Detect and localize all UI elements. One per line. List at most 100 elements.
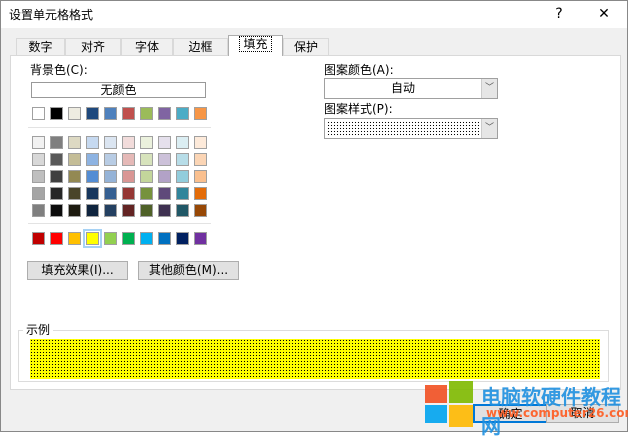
color-swatch-shade[interactable] [194, 170, 207, 183]
color-swatch-shade[interactable] [176, 170, 189, 183]
background-color-label: 背景色(C): [30, 63, 88, 77]
color-swatch-shade[interactable] [140, 136, 153, 149]
color-swatch-theme[interactable] [86, 107, 99, 120]
tab-2[interactable]: 字体 [121, 38, 173, 55]
color-swatch-shade[interactable] [140, 170, 153, 183]
color-swatch-shade[interactable] [140, 187, 153, 200]
color-swatch-shade[interactable] [176, 187, 189, 200]
color-swatch-shade[interactable] [158, 204, 171, 217]
pattern-style-preview [327, 121, 479, 136]
color-swatch-shade[interactable] [104, 187, 117, 200]
more-colors-button[interactable]: 其他颜色(M)... [138, 261, 239, 280]
color-swatch-shade[interactable] [194, 153, 207, 166]
color-swatch-shade[interactable] [50, 170, 63, 183]
color-swatch-shade[interactable] [194, 136, 207, 149]
color-swatch-shade[interactable] [32, 204, 45, 217]
color-swatch-standard[interactable] [176, 232, 189, 245]
no-color-button[interactable]: 无颜色 [31, 82, 206, 98]
color-swatch-standard[interactable] [50, 232, 63, 245]
color-swatch-shade[interactable] [32, 153, 45, 166]
help-button[interactable]: ? [544, 3, 574, 25]
tab-3[interactable]: 边框 [173, 38, 228, 55]
color-swatch-standard[interactable] [158, 232, 171, 245]
color-swatch-shade[interactable] [122, 187, 135, 200]
color-swatch-theme[interactable] [194, 107, 207, 120]
color-swatch-shade[interactable] [50, 136, 63, 149]
color-swatch-theme[interactable] [104, 107, 117, 120]
color-swatch-shade[interactable] [86, 136, 99, 149]
color-swatch-shade[interactable] [32, 136, 45, 149]
tab-label: 保护 [293, 40, 318, 54]
color-swatch-standard[interactable] [68, 232, 81, 245]
color-swatch-theme[interactable] [176, 107, 189, 120]
color-swatch-theme[interactable] [68, 107, 81, 120]
pattern-style-label: 图案样式(P): [324, 102, 393, 116]
color-swatch-shade[interactable] [104, 170, 117, 183]
color-swatch-standard[interactable] [194, 232, 207, 245]
color-swatch-shade[interactable] [158, 170, 171, 183]
color-swatch-shade[interactable] [176, 136, 189, 149]
watermark-logo [425, 381, 477, 427]
pattern-color-dropdown[interactable]: 自动 ﹀ [324, 78, 498, 99]
color-swatch-standard[interactable] [32, 232, 45, 245]
color-swatch-shade[interactable] [68, 170, 81, 183]
chevron-down-icon: ﹀ [481, 79, 497, 98]
color-swatch-standard[interactable] [122, 232, 135, 245]
color-swatch-shade[interactable] [140, 153, 153, 166]
color-swatch-shade[interactable] [122, 136, 135, 149]
color-swatch-shade[interactable] [86, 153, 99, 166]
color-swatch-standard[interactable] [104, 232, 117, 245]
close-button[interactable]: ✕ [589, 3, 619, 25]
color-swatch-shade[interactable] [158, 153, 171, 166]
color-swatch-shade[interactable] [86, 187, 99, 200]
tab-label: 字体 [134, 40, 159, 54]
tab-label: 数字 [28, 40, 53, 54]
color-swatch-shade[interactable] [68, 187, 81, 200]
color-swatch-shade[interactable] [68, 153, 81, 166]
tab-5[interactable]: 保护 [283, 38, 329, 55]
color-swatch-standard[interactable] [140, 232, 153, 245]
color-swatch-standard[interactable] [83, 229, 102, 248]
color-swatch-shade[interactable] [122, 153, 135, 166]
color-swatch-shade[interactable] [50, 153, 63, 166]
color-swatch-shade[interactable] [50, 187, 63, 200]
color-swatch-shade[interactable] [158, 136, 171, 149]
color-swatch-shade[interactable] [176, 153, 189, 166]
color-swatch-shade[interactable] [158, 187, 171, 200]
color-swatch-theme[interactable] [158, 107, 171, 120]
color-swatch-theme[interactable] [140, 107, 153, 120]
color-swatch-shade[interactable] [176, 204, 189, 217]
color-swatch-theme[interactable] [122, 107, 135, 120]
color-swatch-shade[interactable] [194, 187, 207, 200]
divider [28, 127, 211, 128]
window-title: 设置单元格格式 [9, 8, 94, 22]
color-swatch-shade[interactable] [86, 204, 99, 217]
fill-effects-button[interactable]: 填充效果(I)... [27, 261, 128, 280]
tab-4[interactable]: 填充 [228, 35, 283, 56]
color-swatch-theme[interactable] [50, 107, 63, 120]
pattern-style-dropdown[interactable]: ﹀ [324, 118, 498, 139]
color-swatch-shade[interactable] [68, 204, 81, 217]
tab-0[interactable]: 数字 [16, 38, 65, 55]
sample-label: 示例 [23, 321, 54, 338]
color-swatch-shade[interactable] [104, 136, 117, 149]
color-swatch-shade[interactable] [86, 170, 99, 183]
color-swatch-shade[interactable] [68, 136, 81, 149]
divider [28, 223, 211, 224]
color-swatch-shade[interactable] [32, 187, 45, 200]
tab-label: 填充 [239, 36, 272, 52]
tab-label: 对齐 [80, 40, 105, 54]
color-swatch-shade[interactable] [104, 153, 117, 166]
color-swatch-shade[interactable] [104, 204, 117, 217]
tab-1[interactable]: 对齐 [65, 38, 121, 55]
color-swatch-shade[interactable] [194, 204, 207, 217]
color-swatch-shade[interactable] [32, 170, 45, 183]
color-swatch-shade[interactable] [50, 204, 63, 217]
color-swatch-theme[interactable] [32, 107, 45, 120]
pattern-color-value: 自动 [390, 81, 415, 95]
color-swatch-shade[interactable] [122, 170, 135, 183]
watermark-url: www.computer26.com [486, 406, 628, 420]
chevron-down-icon: ﹀ [481, 119, 497, 138]
color-swatch-shade[interactable] [122, 204, 135, 217]
color-swatch-shade[interactable] [140, 204, 153, 217]
